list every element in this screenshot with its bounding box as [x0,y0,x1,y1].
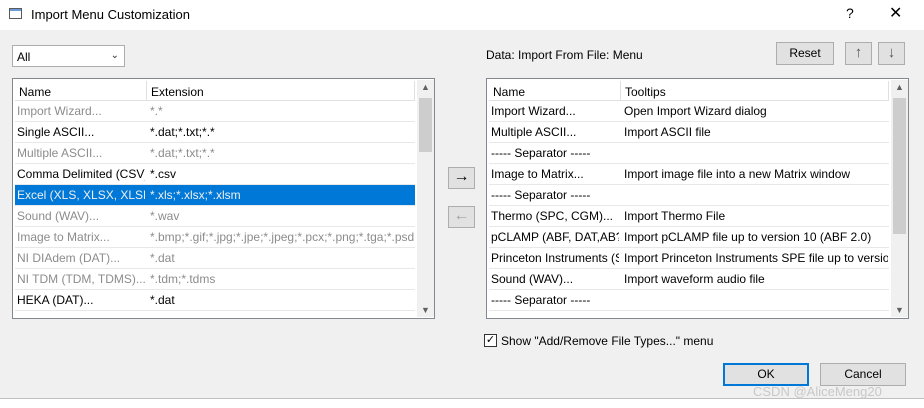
arrow-down-icon: ↓ [887,44,896,61]
list-item-name: ----- Separator ----- [491,293,591,307]
list-item-detail [624,146,888,162]
list-item-detail: Import waveform audio file [624,272,765,286]
list-item[interactable]: HEKA (DAT)... *.dat [15,290,415,311]
list-item-detail: *.dat [150,293,175,307]
list-item[interactable]: Multiple ASCII... Import ASCII file [489,122,889,143]
scroll-up-icon[interactable]: ▲ [895,82,904,92]
check-icon: ✓ [485,334,496,346]
list-item[interactable]: Single ASCII... *.dat;*.txt;*.* [15,122,415,143]
list-item-detail: *.tdm;*.tdms [150,272,216,286]
help-button[interactable]: ? [846,5,854,21]
filter-dropdown-value: All [17,50,31,64]
list-item-name: Multiple ASCII... [491,125,577,139]
list-item-detail: *.dat;*.txt;*.* [150,146,215,160]
scroll-down-icon[interactable]: ▼ [895,305,904,315]
list-item[interactable]: NI DIAdem (DAT)... *.dat [15,248,415,269]
list-item[interactable]: pCLAMP (ABF, DAT,AB?)... Import pCLAMP fi… [489,227,889,248]
list-item[interactable]: Excel (XLS, XLSX, XLSM)... *.xls;*.xlsx;*… [15,185,415,206]
list-item[interactable]: Image to Matrix... *.bmp;*.gif;*.jpg;*.jp… [15,227,415,248]
move-up-button[interactable]: ↑ [845,42,872,65]
list-item[interactable]: ----- Separator ----- [489,143,889,164]
list-item[interactable]: Princeton Instruments (SPE)... Import Pri… [489,248,889,269]
list-item[interactable]: ----- Separator ----- [489,290,889,311]
show-add-remove-label[interactable]: Show "Add/Remove File Types..." menu [501,334,713,348]
list-item-detail: *.xls;*.xlsx;*.xlsm [150,188,241,202]
list-item[interactable]: NI TDM (TDM, TDMS)... *.tdm;*.tdms [15,269,415,290]
list-item-name: Sound (WAV)... [17,209,100,223]
scroll-thumb[interactable] [893,98,906,234]
list-item-detail: Import image file into a new Matrix wind… [624,167,851,181]
list-item-detail: *.dat [150,251,175,265]
window-title: Import Menu Customization [31,7,190,22]
list-item-name: Thermo (SPC, CGM)... [491,209,614,223]
list-item-detail: Import ASCII file [624,125,711,139]
arrow-up-icon: ↑ [854,44,863,61]
column-header-name[interactable]: Name [15,81,147,101]
list-item-name: Image to Matrix... [491,167,584,181]
list-item-name: Single ASCII... [17,125,95,139]
column-header-name[interactable]: Name [489,81,621,101]
menu-items-list[interactable]: Name Tooltips Import Wizard... Open Impor… [486,78,909,319]
list-item[interactable]: Sound (WAV)... Import waveform audio file [489,269,889,290]
list-item[interactable]: Thermo (SPC, CGM)... Import Thermo File [489,206,889,227]
list-item-name: Sound (WAV)... [491,272,574,286]
list-item-name: ----- Separator ----- [491,146,591,160]
list-item-name: Import Wizard... [17,104,102,118]
list-item[interactable]: Sound (WAV)... *.wav [15,206,415,227]
app-window-icon [9,8,22,19]
list-item-detail: Import pCLAMP file up to version 10 (ABF… [624,230,872,244]
move-down-button[interactable]: ↓ [878,42,905,65]
list-item-detail: *.* [150,104,163,118]
left-list-scrollbar[interactable]: ▲ ▼ [417,80,434,317]
menu-data-label: Data: Import From File: Menu [486,48,643,62]
scroll-thumb[interactable] [419,98,432,152]
column-header-tooltips[interactable]: Tooltips [621,81,889,101]
list-item-name: ----- Separator ----- [491,188,591,202]
column-header-extension[interactable]: Extension [147,81,415,101]
chevron-down-icon: ⌄ [110,50,119,61]
list-item-detail: *.bmp;*.gif;*.jpg;*.jpe;*.jpeg;*.pcx;*.p… [150,230,414,244]
filter-dropdown[interactable]: All ⌄ [12,45,125,67]
list-item-detail: Import Princeton Instruments SPE file up… [624,251,888,265]
scroll-up-icon[interactable]: ▲ [421,82,430,92]
list-item-detail [624,188,888,204]
list-item[interactable]: Multiple ASCII... *.dat;*.txt;*.* [15,143,415,164]
list-item[interactable]: Import Wizard... *.* [15,101,415,122]
list-item-detail: *.dat;*.txt;*.* [150,125,215,139]
reset-button[interactable]: Reset [776,42,834,65]
list-item-detail: Import Thermo File [624,209,726,223]
list-item-detail: *.csv [150,167,177,181]
close-button[interactable]: ✕ [889,3,902,23]
list-item-name: Comma Delimited (CSV) [17,167,145,181]
cancel-button[interactable]: Cancel [820,363,906,386]
list-item-name: Image to Matrix... [17,230,110,244]
list-item[interactable]: ----- Separator ----- [489,185,889,206]
watermark: CSDN @AliceMeng20 [753,384,882,399]
list-item-detail: *.wav [150,209,180,223]
list-item-name: Import Wizard... [491,104,576,118]
list-item-name: Excel (XLS, XLSX, XLSM)... [17,188,145,202]
scroll-down-icon[interactable]: ▼ [421,305,430,315]
arrow-left-icon: ← [453,207,470,224]
right-list-scrollbar[interactable]: ▲ ▼ [891,80,908,317]
list-item[interactable]: Comma Delimited (CSV) *.csv [15,164,415,185]
list-item[interactable]: Import Wizard... Open Import Wizard dialo… [489,101,889,122]
list-item-name: pCLAMP (ABF, DAT,AB?)... [491,230,619,244]
list-item-name: HEKA (DAT)... [17,293,94,307]
arrow-right-icon: → [453,168,470,185]
list-item-detail: Open Import Wizard dialog [624,104,767,118]
list-item-name: NI TDM (TDM, TDMS)... [17,272,145,286]
list-item-detail [624,293,888,309]
title-bar: Import Menu Customization ? ✕ [0,0,924,30]
available-file-types-list[interactable]: Name Extension Import Wizard... *.* Single… [12,78,435,319]
add-to-menu-button[interactable]: → [448,167,475,189]
list-item-name: Princeton Instruments (SPE)... [491,251,619,265]
list-item-name: Multiple ASCII... [17,146,103,160]
list-item-name: NI DIAdem (DAT)... [17,251,121,265]
ok-button[interactable]: OK [723,363,809,386]
list-item[interactable]: Image to Matrix... Import image file into… [489,164,889,185]
remove-from-menu-button[interactable]: ← [448,206,475,228]
show-add-remove-checkbox[interactable]: ✓ [484,334,497,347]
